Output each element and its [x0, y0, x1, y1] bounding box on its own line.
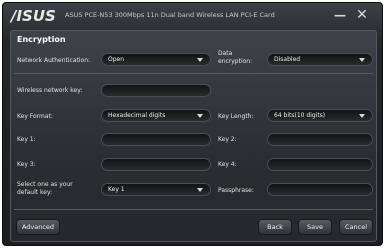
chevron-down-icon	[359, 114, 365, 118]
default-key-select[interactable]: Key 1	[101, 183, 211, 196]
key3-input[interactable]	[101, 158, 211, 171]
advanced-button[interactable]: Advanced	[16, 219, 60, 235]
default-key-label-line2: default key:	[17, 189, 53, 196]
save-button[interactable]: Save	[298, 219, 332, 235]
data-encryption-value: Disabled	[274, 56, 301, 63]
passphrase-input[interactable]	[267, 183, 373, 196]
key4-input[interactable]	[267, 158, 373, 171]
default-key-label-line1: Select one as your	[17, 181, 73, 188]
key2-label: Key 2:	[218, 136, 237, 143]
divider-top	[14, 73, 373, 74]
back-button[interactable]: Back	[258, 219, 292, 235]
network-auth-value: Open	[108, 56, 125, 63]
wireless-key-input[interactable]	[101, 84, 211, 97]
passphrase-label: Passphrase:	[218, 187, 254, 194]
chevron-down-icon	[197, 58, 203, 62]
encryption-heading: Encryption	[17, 35, 66, 44]
key1-label: Key 1:	[17, 136, 36, 143]
close-icon[interactable]: ✕	[354, 8, 370, 22]
key-format-select[interactable]: Hexadecimal digits	[101, 109, 211, 122]
encryption-panel: Encryption Network Authentication: Open …	[10, 30, 377, 242]
chevron-down-icon	[197, 114, 203, 118]
key1-input[interactable]	[101, 133, 211, 146]
asus-logo: /ISUS	[11, 7, 56, 25]
key2-input[interactable]	[267, 133, 373, 146]
divider-bottom	[14, 209, 373, 210]
data-encryption-select[interactable]: Disabled	[267, 53, 373, 66]
key-length-label: Key Length:	[218, 113, 254, 120]
title-bar: /ISUS ASUS PCE-N53 300Mbps 11n Dual band…	[3, 3, 382, 27]
network-auth-label: Network Authentication:	[17, 57, 91, 64]
key4-label: Key 4:	[218, 161, 237, 168]
chevron-down-icon	[197, 188, 203, 192]
key3-label: Key 3:	[17, 161, 36, 168]
data-encryption-label-line1: Data	[218, 50, 233, 57]
data-encryption-label-line2: encryption:	[218, 58, 253, 65]
default-key-value: Key 1	[108, 186, 125, 193]
network-auth-select[interactable]: Open	[101, 53, 211, 66]
window-title: ASUS PCE-N53 300Mbps 11n Dual band Wirel…	[65, 11, 275, 19]
wireless-key-label: Wireless network key:	[17, 87, 83, 94]
cancel-button[interactable]: Cancel	[339, 219, 373, 235]
key-length-select[interactable]: 64 bits(10 digits)	[267, 109, 373, 122]
minimize-icon[interactable]: —	[332, 8, 348, 22]
key-length-value: 64 bits(10 digits)	[274, 112, 326, 119]
dialog-window: /ISUS ASUS PCE-N53 300Mbps 11n Dual band…	[2, 2, 383, 246]
key-format-label: Key Format:	[17, 113, 53, 120]
key-format-value: Hexadecimal digits	[108, 112, 166, 119]
chevron-down-icon	[359, 58, 365, 62]
